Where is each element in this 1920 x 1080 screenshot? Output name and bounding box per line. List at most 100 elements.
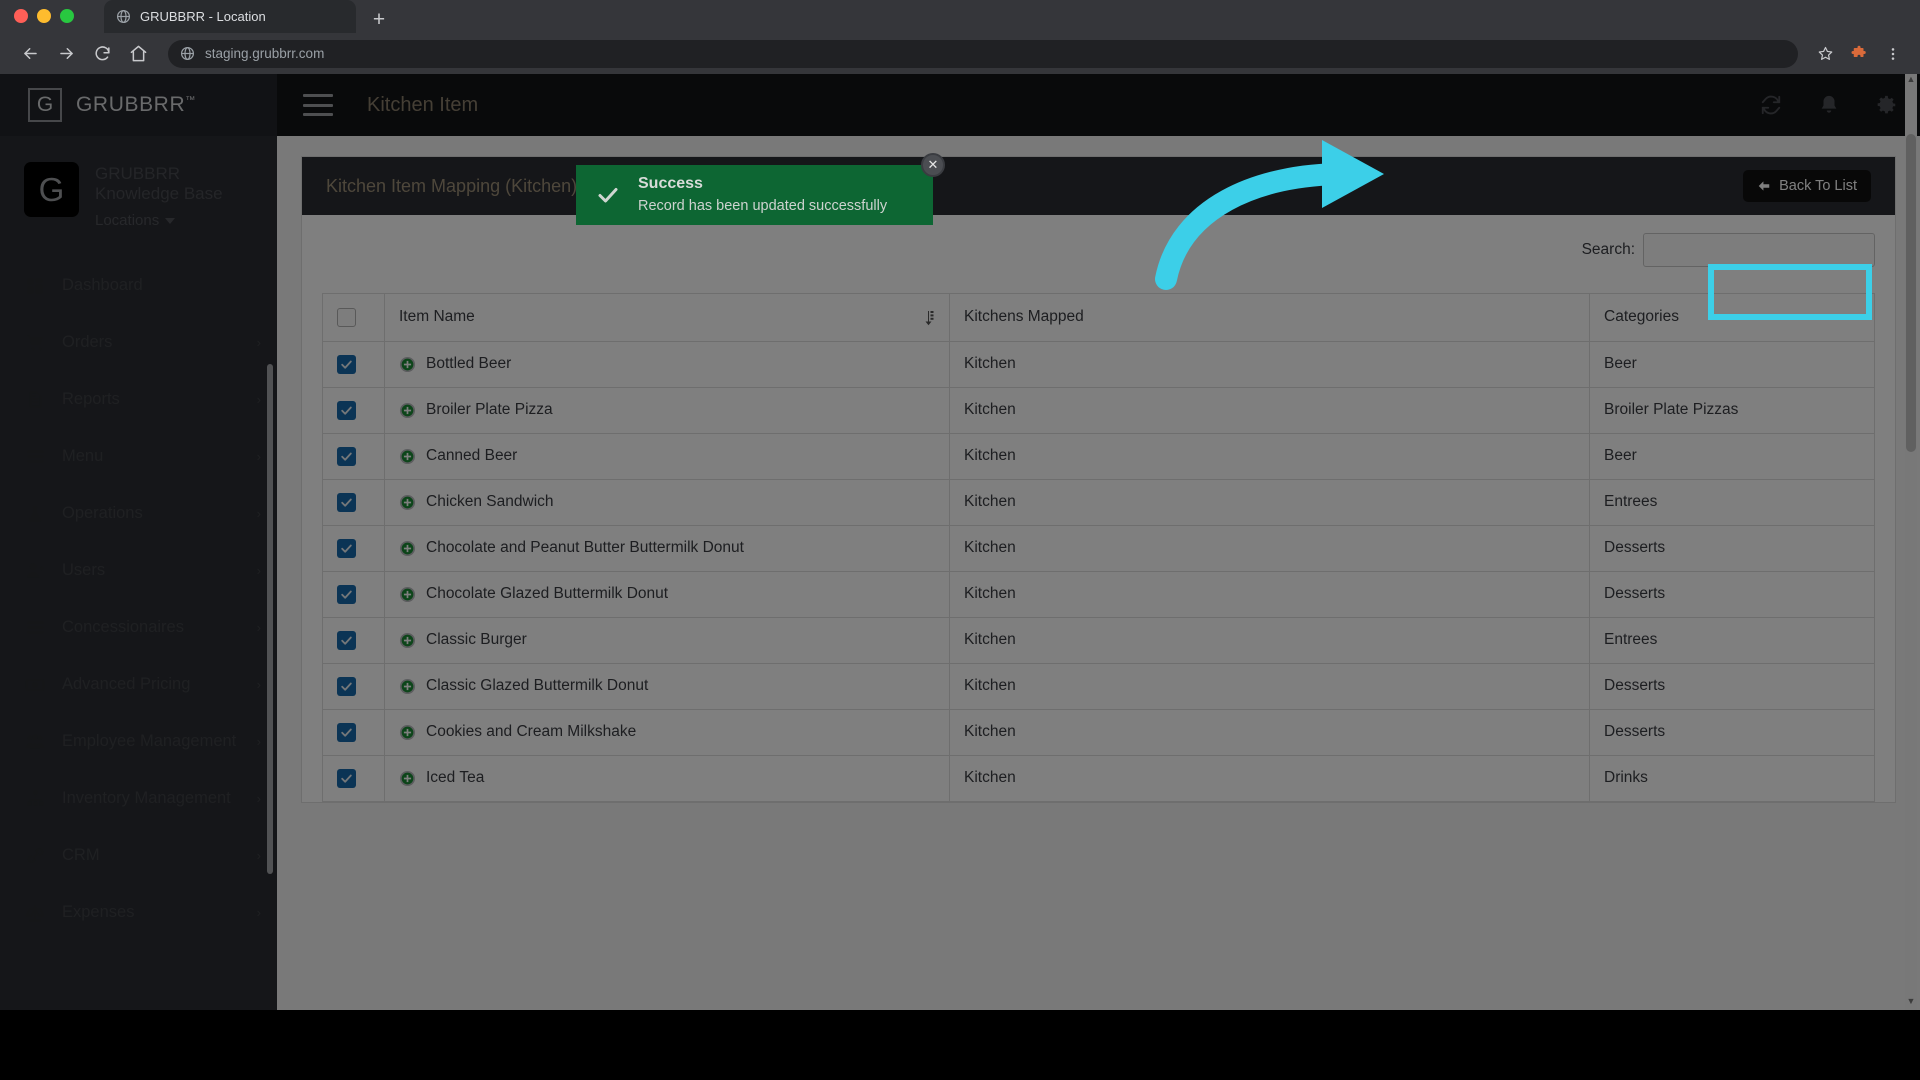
chevron-right-icon: ›: [256, 392, 261, 407]
table-row: Chocolate and Peanut Butter Buttermilk D…: [322, 525, 1875, 572]
green-plus-circle-icon[interactable]: [399, 402, 416, 419]
gear-settings-icon[interactable]: [1876, 94, 1898, 116]
sidebar-item-crm[interactable]: CRM ›: [0, 827, 277, 884]
row-checkbox[interactable]: [337, 401, 356, 420]
minimize-window-button[interactable]: [37, 9, 51, 23]
grubbrr-app: G GRUBBRR™ G GRUBBRR Knowledge Base Loca…: [0, 74, 1920, 1010]
kebab-menu-icon[interactable]: [1880, 41, 1906, 67]
green-plus-circle-icon[interactable]: [399, 678, 416, 695]
brand-name: GRUBBRR™: [76, 93, 196, 117]
sidebar-item-users[interactable]: Users ›: [0, 542, 277, 599]
scales-icon: [24, 902, 46, 924]
kitchens-mapped-cell: Kitchen: [949, 479, 1590, 526]
row-checkbox[interactable]: [337, 539, 356, 558]
address-bar[interactable]: staging.grubbrr.com: [168, 39, 1798, 68]
page-scrollbar-thumb[interactable]: [1906, 134, 1916, 452]
sidebar-item-employee-management[interactable]: Employee Management ›: [0, 713, 277, 770]
row-checkbox[interactable]: [337, 493, 356, 512]
green-plus-circle-icon[interactable]: [399, 770, 416, 787]
document-icon: [24, 389, 46, 411]
hamburger-icon[interactable]: [303, 94, 333, 116]
close-window-button[interactable]: [14, 9, 28, 23]
sidebar-item-label: Menu: [62, 447, 104, 465]
sidebar-item-concessionaires[interactable]: Concessionaires ›: [0, 599, 277, 656]
column-header-categories[interactable]: Categories: [1589, 293, 1875, 342]
forward-button[interactable]: [50, 38, 82, 70]
star-icon[interactable]: [1812, 41, 1838, 67]
window-controls[interactable]: [14, 9, 74, 23]
row-checkbox[interactable]: [337, 723, 356, 742]
row-checkbox[interactable]: [337, 677, 356, 696]
locations-label: Locations: [95, 212, 160, 229]
green-plus-circle-icon[interactable]: [399, 540, 416, 557]
bell-notification-icon[interactable]: [1818, 94, 1840, 116]
chevron-right-icon: ›: [256, 791, 261, 806]
green-plus-circle-icon[interactable]: [399, 724, 416, 741]
sidebar-item-label: Concessionaires: [62, 618, 184, 636]
home-button[interactable]: [122, 38, 154, 70]
search-row: Search:: [322, 233, 1875, 267]
sidebar-brand[interactable]: G GRUBBRR™: [0, 74, 277, 136]
brand-trademark: ™: [185, 95, 196, 106]
select-all-header: [322, 293, 385, 342]
scroll-down-arrow-icon[interactable]: ▼: [1905, 996, 1917, 1010]
sidebar-item-advanced-pricing[interactable]: Advanced Pricing ›: [0, 656, 277, 713]
sidebar-item-menu[interactable]: Menu ›: [0, 428, 277, 485]
close-icon[interactable]: ✕: [921, 153, 945, 177]
row-checkbox-cell: [322, 341, 385, 388]
row-checkbox[interactable]: [337, 631, 356, 650]
browser-tab[interactable]: GRUBBRR - Location: [104, 0, 356, 33]
sidebar-item-inventory-management[interactable]: Inventory Management ›: [0, 770, 277, 827]
kitchens-mapped-cell: Kitchen: [949, 571, 1590, 618]
column-header-kitchens-mapped[interactable]: Kitchens Mapped: [949, 293, 1590, 342]
sitemap-icon: [24, 788, 46, 810]
row-checkbox[interactable]: [337, 447, 356, 466]
sidebar-item-expenses[interactable]: Expenses ›: [0, 884, 277, 941]
chevron-down-icon: [165, 218, 176, 225]
reload-button[interactable]: [86, 38, 118, 70]
account-block[interactable]: G GRUBBRR Knowledge Base Locations: [0, 136, 277, 239]
search-input[interactable]: [1643, 233, 1875, 267]
globe-favicon-icon: [116, 9, 131, 24]
row-checkbox[interactable]: [337, 769, 356, 788]
item-name-cell: Canned Beer: [384, 433, 950, 480]
locations-dropdown[interactable]: Locations: [95, 212, 223, 229]
green-plus-circle-icon[interactable]: [399, 586, 416, 603]
column-header-item-name[interactable]: Item Name: [384, 293, 950, 342]
row-checkbox-cell: [322, 709, 385, 756]
card-body: Search: Item Name Kitchens Mapped Catego…: [302, 215, 1895, 802]
sidebar-item-dashboard[interactable]: Dashboard: [0, 257, 277, 314]
sidebar-item-label: Reports: [62, 390, 120, 408]
sync-refresh-icon[interactable]: [1760, 94, 1782, 116]
green-plus-circle-icon[interactable]: [399, 494, 416, 511]
green-plus-circle-icon[interactable]: [399, 448, 416, 465]
chevron-right-icon: ›: [256, 848, 261, 863]
shopping-cart-icon: [24, 332, 46, 354]
sidebar-item-operations[interactable]: Operations ›: [0, 485, 277, 542]
sidebar-item-label: Employee Management: [62, 732, 237, 750]
categories-cell: Beer: [1589, 341, 1875, 388]
maximize-window-button[interactable]: [60, 9, 74, 23]
account-name-line2: Knowledge Base: [95, 184, 223, 203]
row-checkbox[interactable]: [337, 585, 356, 604]
select-all-checkbox[interactable]: [337, 308, 356, 327]
browser-tabstrip: GRUBBRR - Location +: [0, 0, 1920, 33]
green-plus-circle-icon[interactable]: [399, 632, 416, 649]
sidebar-scrollbar[interactable]: [267, 364, 273, 874]
table-row: Cookies and Cream Milkshake Kitchen Desser…: [322, 709, 1875, 756]
scroll-up-arrow-icon[interactable]: ▲: [1905, 74, 1917, 88]
page-scrollbar[interactable]: ▲ ▼: [1905, 74, 1917, 1010]
back-to-list-button[interactable]: Back To List: [1743, 170, 1871, 202]
sidebar-item-orders[interactable]: Orders ›: [0, 314, 277, 371]
puzzle-icon[interactable]: [1846, 41, 1872, 67]
categories-cell: Entrees: [1589, 617, 1875, 664]
user-plus-icon: [24, 560, 46, 582]
item-name-label: Iced Tea: [426, 769, 485, 786]
sidebar-item-reports[interactable]: Reports ›: [0, 371, 277, 428]
green-plus-circle-icon[interactable]: [399, 356, 416, 373]
row-checkbox[interactable]: [337, 355, 356, 374]
page-viewport: G GRUBBRR™ G GRUBBRR Knowledge Base Loca…: [0, 74, 1920, 1010]
new-tab-button[interactable]: +: [362, 5, 396, 33]
back-button[interactable]: [14, 38, 46, 70]
sidebar-nav: Dashboard Orders › Reports › Menu › Oper…: [0, 257, 277, 941]
